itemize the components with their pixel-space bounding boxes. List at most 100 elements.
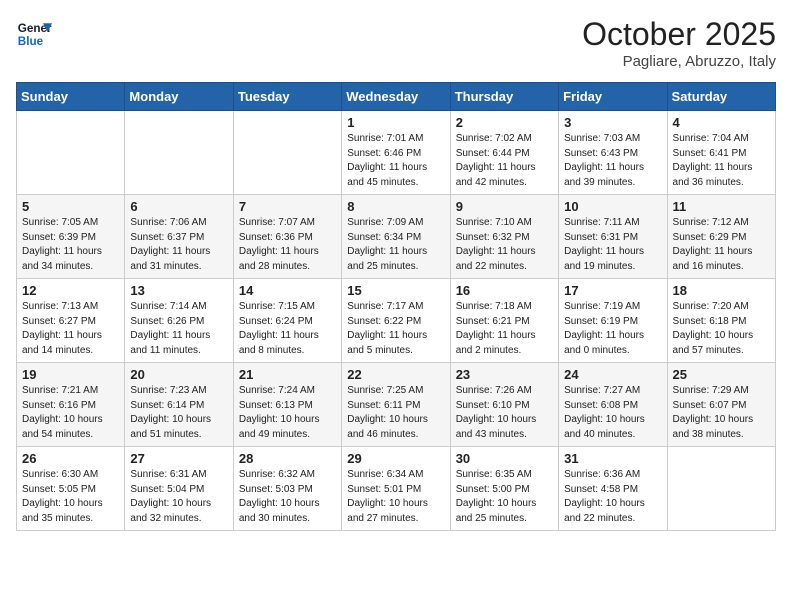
day-number: 18 bbox=[673, 283, 770, 298]
table-row: 6 Sunrise: 7:06 AMSunset: 6:37 PMDayligh… bbox=[125, 195, 233, 279]
day-info: Sunrise: 6:34 AMSunset: 5:01 PMDaylight:… bbox=[347, 469, 428, 524]
table-row: 17 Sunrise: 7:19 AMSunset: 6:19 PMDaylig… bbox=[559, 279, 667, 363]
day-info: Sunrise: 7:07 AMSunset: 6:36 PMDaylight:… bbox=[239, 217, 319, 272]
header-wednesday: Wednesday bbox=[342, 83, 450, 111]
calendar-header-row: Sunday Monday Tuesday Wednesday Thursday… bbox=[17, 83, 776, 111]
month-title: October 2025 bbox=[582, 16, 776, 53]
logo-icon: General Blue bbox=[16, 16, 52, 52]
calendar-table: Sunday Monday Tuesday Wednesday Thursday… bbox=[16, 82, 776, 531]
table-row bbox=[125, 111, 233, 195]
table-row: 2 Sunrise: 7:02 AMSunset: 6:44 PMDayligh… bbox=[450, 111, 558, 195]
table-row: 1 Sunrise: 7:01 AMSunset: 6:46 PMDayligh… bbox=[342, 111, 450, 195]
day-info: Sunrise: 7:29 AMSunset: 6:07 PMDaylight:… bbox=[673, 385, 754, 440]
svg-text:Blue: Blue bbox=[18, 35, 44, 48]
day-info: Sunrise: 6:30 AMSunset: 5:05 PMDaylight:… bbox=[22, 469, 103, 524]
day-info: Sunrise: 7:12 AMSunset: 6:29 PMDaylight:… bbox=[673, 217, 753, 272]
table-row bbox=[233, 111, 341, 195]
location: Pagliare, Abruzzo, Italy bbox=[582, 53, 776, 70]
header-sunday: Sunday bbox=[17, 83, 125, 111]
table-row: 5 Sunrise: 7:05 AMSunset: 6:39 PMDayligh… bbox=[17, 195, 125, 279]
day-number: 16 bbox=[456, 283, 553, 298]
day-info: Sunrise: 6:32 AMSunset: 5:03 PMDaylight:… bbox=[239, 469, 320, 524]
day-info: Sunrise: 7:10 AMSunset: 6:32 PMDaylight:… bbox=[456, 217, 536, 272]
day-number: 27 bbox=[130, 451, 227, 466]
day-number: 11 bbox=[673, 199, 770, 214]
day-number: 31 bbox=[564, 451, 661, 466]
day-number: 13 bbox=[130, 283, 227, 298]
day-number: 4 bbox=[673, 115, 770, 130]
header-tuesday: Tuesday bbox=[233, 83, 341, 111]
day-number: 28 bbox=[239, 451, 336, 466]
table-row: 8 Sunrise: 7:09 AMSunset: 6:34 PMDayligh… bbox=[342, 195, 450, 279]
table-row: 18 Sunrise: 7:20 AMSunset: 6:18 PMDaylig… bbox=[667, 279, 775, 363]
day-info: Sunrise: 7:03 AMSunset: 6:43 PMDaylight:… bbox=[564, 133, 644, 188]
day-number: 20 bbox=[130, 367, 227, 382]
day-info: Sunrise: 7:18 AMSunset: 6:21 PMDaylight:… bbox=[456, 301, 536, 356]
day-info: Sunrise: 7:11 AMSunset: 6:31 PMDaylight:… bbox=[564, 217, 644, 272]
table-row: 30 Sunrise: 6:35 AMSunset: 5:00 PMDaylig… bbox=[450, 447, 558, 531]
table-row: 15 Sunrise: 7:17 AMSunset: 6:22 PMDaylig… bbox=[342, 279, 450, 363]
day-number: 29 bbox=[347, 451, 444, 466]
calendar-week-row: 1 Sunrise: 7:01 AMSunset: 6:46 PMDayligh… bbox=[17, 111, 776, 195]
logo: General Blue bbox=[16, 16, 52, 52]
day-info: Sunrise: 6:35 AMSunset: 5:00 PMDaylight:… bbox=[456, 469, 537, 524]
day-info: Sunrise: 7:27 AMSunset: 6:08 PMDaylight:… bbox=[564, 385, 645, 440]
header-friday: Friday bbox=[559, 83, 667, 111]
day-number: 26 bbox=[22, 451, 119, 466]
day-number: 1 bbox=[347, 115, 444, 130]
day-info: Sunrise: 7:14 AMSunset: 6:26 PMDaylight:… bbox=[130, 301, 210, 356]
table-row: 11 Sunrise: 7:12 AMSunset: 6:29 PMDaylig… bbox=[667, 195, 775, 279]
day-number: 19 bbox=[22, 367, 119, 382]
day-number: 5 bbox=[22, 199, 119, 214]
table-row: 20 Sunrise: 7:23 AMSunset: 6:14 PMDaylig… bbox=[125, 363, 233, 447]
table-row: 29 Sunrise: 6:34 AMSunset: 5:01 PMDaylig… bbox=[342, 447, 450, 531]
page-header: General Blue October 2025 Pagliare, Abru… bbox=[16, 16, 776, 70]
table-row: 21 Sunrise: 7:24 AMSunset: 6:13 PMDaylig… bbox=[233, 363, 341, 447]
table-row bbox=[667, 447, 775, 531]
table-row: 10 Sunrise: 7:11 AMSunset: 6:31 PMDaylig… bbox=[559, 195, 667, 279]
day-info: Sunrise: 7:05 AMSunset: 6:39 PMDaylight:… bbox=[22, 217, 102, 272]
day-number: 2 bbox=[456, 115, 553, 130]
day-number: 24 bbox=[564, 367, 661, 382]
day-number: 23 bbox=[456, 367, 553, 382]
day-info: Sunrise: 7:02 AMSunset: 6:44 PMDaylight:… bbox=[456, 133, 536, 188]
day-info: Sunrise: 7:04 AMSunset: 6:41 PMDaylight:… bbox=[673, 133, 753, 188]
day-number: 17 bbox=[564, 283, 661, 298]
table-row: 23 Sunrise: 7:26 AMSunset: 6:10 PMDaylig… bbox=[450, 363, 558, 447]
day-number: 14 bbox=[239, 283, 336, 298]
table-row: 4 Sunrise: 7:04 AMSunset: 6:41 PMDayligh… bbox=[667, 111, 775, 195]
table-row: 28 Sunrise: 6:32 AMSunset: 5:03 PMDaylig… bbox=[233, 447, 341, 531]
calendar-week-row: 12 Sunrise: 7:13 AMSunset: 6:27 PMDaylig… bbox=[17, 279, 776, 363]
day-info: Sunrise: 7:20 AMSunset: 6:18 PMDaylight:… bbox=[673, 301, 754, 356]
day-number: 10 bbox=[564, 199, 661, 214]
day-info: Sunrise: 6:36 AMSunset: 4:58 PMDaylight:… bbox=[564, 469, 645, 524]
table-row: 22 Sunrise: 7:25 AMSunset: 6:11 PMDaylig… bbox=[342, 363, 450, 447]
table-row: 16 Sunrise: 7:18 AMSunset: 6:21 PMDaylig… bbox=[450, 279, 558, 363]
day-number: 8 bbox=[347, 199, 444, 214]
day-number: 7 bbox=[239, 199, 336, 214]
table-row: 9 Sunrise: 7:10 AMSunset: 6:32 PMDayligh… bbox=[450, 195, 558, 279]
day-info: Sunrise: 7:17 AMSunset: 6:22 PMDaylight:… bbox=[347, 301, 427, 356]
header-thursday: Thursday bbox=[450, 83, 558, 111]
day-info: Sunrise: 7:06 AMSunset: 6:37 PMDaylight:… bbox=[130, 217, 210, 272]
day-info: Sunrise: 7:26 AMSunset: 6:10 PMDaylight:… bbox=[456, 385, 537, 440]
table-row: 7 Sunrise: 7:07 AMSunset: 6:36 PMDayligh… bbox=[233, 195, 341, 279]
calendar-week-row: 5 Sunrise: 7:05 AMSunset: 6:39 PMDayligh… bbox=[17, 195, 776, 279]
table-row: 13 Sunrise: 7:14 AMSunset: 6:26 PMDaylig… bbox=[125, 279, 233, 363]
day-info: Sunrise: 7:09 AMSunset: 6:34 PMDaylight:… bbox=[347, 217, 427, 272]
calendar-week-row: 19 Sunrise: 7:21 AMSunset: 6:16 PMDaylig… bbox=[17, 363, 776, 447]
day-number: 15 bbox=[347, 283, 444, 298]
table-row: 26 Sunrise: 6:30 AMSunset: 5:05 PMDaylig… bbox=[17, 447, 125, 531]
table-row bbox=[17, 111, 125, 195]
day-number: 25 bbox=[673, 367, 770, 382]
day-number: 3 bbox=[564, 115, 661, 130]
day-info: Sunrise: 7:24 AMSunset: 6:13 PMDaylight:… bbox=[239, 385, 320, 440]
day-info: Sunrise: 7:13 AMSunset: 6:27 PMDaylight:… bbox=[22, 301, 102, 356]
table-row: 14 Sunrise: 7:15 AMSunset: 6:24 PMDaylig… bbox=[233, 279, 341, 363]
day-info: Sunrise: 7:19 AMSunset: 6:19 PMDaylight:… bbox=[564, 301, 644, 356]
table-row: 3 Sunrise: 7:03 AMSunset: 6:43 PMDayligh… bbox=[559, 111, 667, 195]
header-monday: Monday bbox=[125, 83, 233, 111]
calendar-week-row: 26 Sunrise: 6:30 AMSunset: 5:05 PMDaylig… bbox=[17, 447, 776, 531]
day-number: 6 bbox=[130, 199, 227, 214]
table-row: 25 Sunrise: 7:29 AMSunset: 6:07 PMDaylig… bbox=[667, 363, 775, 447]
